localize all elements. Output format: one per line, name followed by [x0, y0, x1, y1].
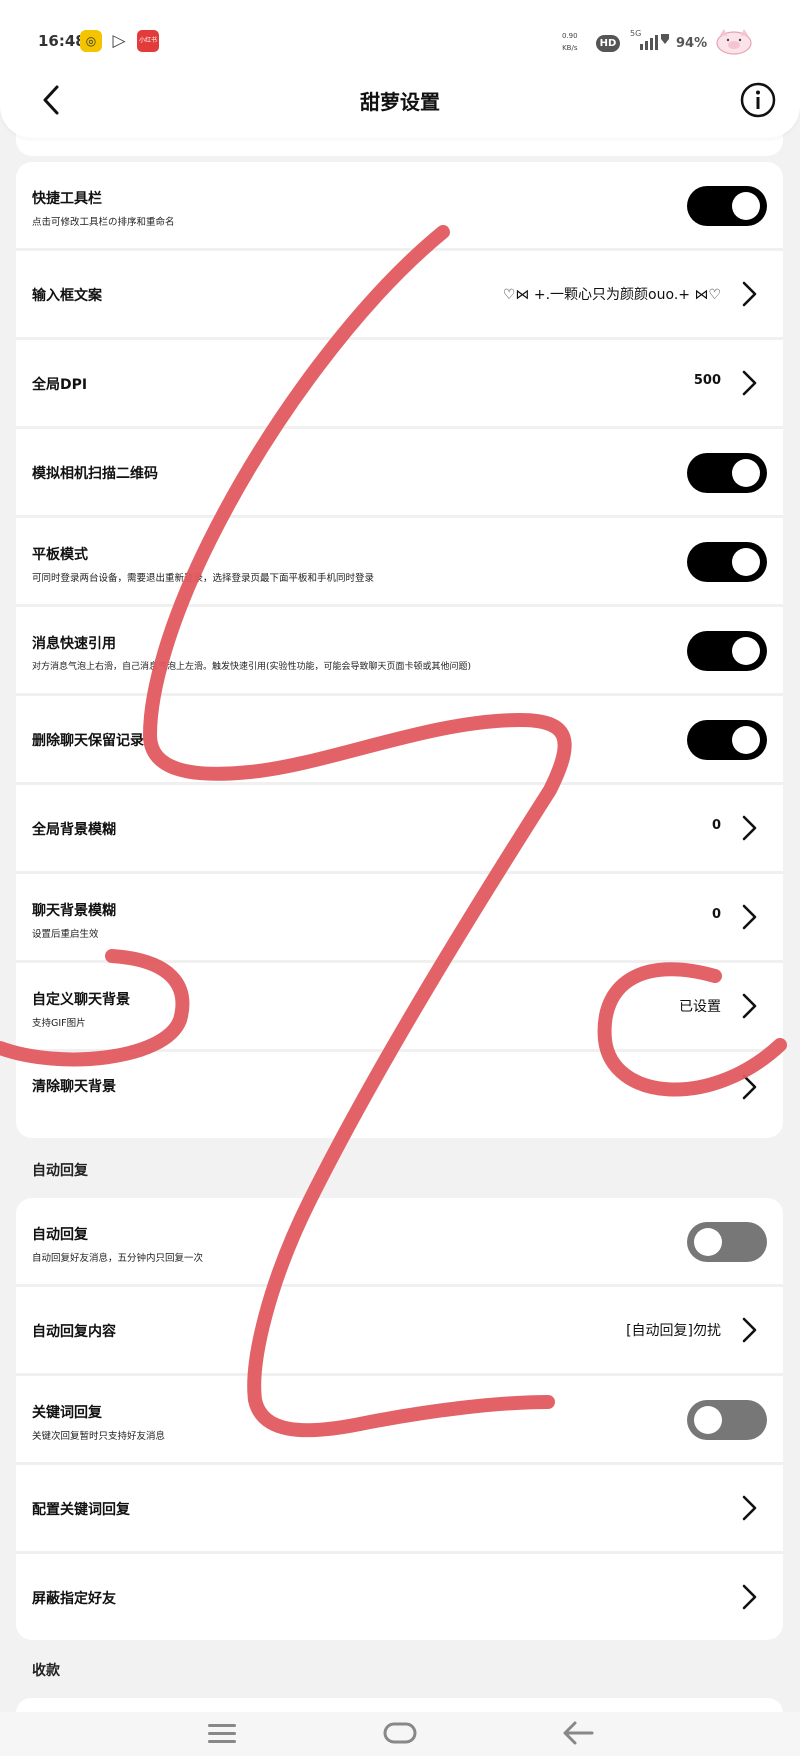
setting-row-block-friends[interactable]: 屏蔽指定好友 — [16, 1554, 783, 1640]
play-notification-icon: ▷ — [112, 31, 126, 51]
setting-value: 0 — [711, 907, 721, 922]
setting-title: 输入框文案 — [32, 288, 102, 304]
chat-settings-card: 快捷工具栏 点击可修改工具栏の排序和重命名 输入框文案 ♡⋈ +.一颗心只为颜颜… — [16, 162, 783, 1138]
setting-title: 模拟相机扫描二维码 — [32, 466, 158, 482]
setting-row-input-placeholder[interactable]: 输入框文案 ♡⋈ +.一颗心只为颜颜ouo.+ ⋈♡ — [16, 251, 783, 340]
system-nav-bar — [0, 1712, 800, 1756]
setting-title: 关键词回复 — [32, 1405, 102, 1421]
setting-row-keyword-reply[interactable]: 关键词回复 关键次回复暂时只支持好友消息 — [16, 1376, 783, 1465]
chevron-right-icon — [742, 370, 757, 396]
auto-reply-card: 自动回复 自动回复好友消息，五分钟内只回复一次 自动回复内容 [自动回复]勿扰 … — [16, 1198, 783, 1640]
setting-subtitle: 支持GIF图片 — [32, 1018, 86, 1029]
setting-row-camera-qr[interactable]: 模拟相机扫描二维码 — [16, 429, 783, 518]
setting-title: 删除聊天保留记录 — [32, 733, 144, 749]
status-time: 16:48 — [38, 32, 86, 50]
setting-subtitle: 对方消息气泡上右滑，自己消息气泡上左滑。触发快速引用(实验性功能，可能会导致聊天… — [32, 662, 472, 672]
signal-icon: 5G — [630, 29, 669, 50]
setting-subtitle: 设置后重启生效 — [32, 929, 99, 940]
setting-title: 配置关键词回复 — [32, 1502, 130, 1518]
setting-row-chat-blur[interactable]: 聊天背景模糊 设置后重启生效 0 — [16, 874, 783, 963]
setting-title: 自动回复 — [32, 1227, 88, 1243]
setting-row-quick-quote[interactable]: 消息快速引用 对方消息气泡上右滑，自己消息气泡上左滑。触发快速引用(实验性功能，… — [16, 607, 783, 696]
setting-value: ♡⋈ +.一颗心只为颜颜ouo.+ ⋈♡ — [502, 287, 721, 303]
setting-row-quick-toolbar[interactable]: 快捷工具栏 点击可修改工具栏の排序和重命名 — [16, 162, 783, 251]
camera-qr-toggle[interactable] — [687, 453, 767, 493]
app-notification-icon: ◎ — [80, 30, 102, 52]
setting-title: 清除聊天背景 — [32, 1079, 116, 1095]
setting-row-global-dpi[interactable]: 全局DPI 500 — [16, 340, 783, 429]
setting-row-configure-keywords[interactable]: 配置关键词回复 — [16, 1465, 783, 1554]
back-icon[interactable] — [558, 1716, 598, 1750]
setting-row-keep-deleted-chat[interactable]: 删除聊天保留记录 — [16, 696, 783, 785]
section-label-payment: 收款 — [32, 1663, 60, 1679]
setting-title: 自动回复内容 — [32, 1324, 116, 1340]
chevron-right-icon — [742, 1074, 757, 1100]
setting-row-auto-reply[interactable]: 自动回复 自动回复好友消息，五分钟内只回复一次 — [16, 1198, 783, 1287]
home-icon[interactable] — [380, 1716, 420, 1750]
chevron-right-icon — [742, 993, 757, 1019]
setting-title: 聊天背景模糊 — [32, 903, 116, 919]
setting-title: 全局DPI — [32, 377, 88, 393]
setting-title: 消息快速引用 — [32, 636, 116, 652]
setting-title: 自定义聊天背景 — [32, 992, 130, 1008]
chevron-right-icon — [742, 1317, 757, 1343]
hd-badge: HD — [596, 35, 620, 52]
setting-subtitle: 可同时登录两台设备，需要退出重新登录，选择登录页最下面平板和手机同时登录 — [32, 573, 375, 584]
chevron-right-icon — [742, 815, 757, 841]
setting-title: 全局背景模糊 — [32, 822, 116, 838]
setting-subtitle: 点击可修改工具栏の排序和重命名 — [32, 217, 175, 228]
auto-reply-toggle[interactable] — [687, 1222, 767, 1262]
chevron-right-icon — [742, 904, 757, 930]
setting-row-clear-chat-bg[interactable]: 清除聊天背景 — [16, 1052, 783, 1138]
chevron-right-icon — [742, 1584, 757, 1610]
xiaohongshu-notification-icon: 小红书 — [137, 30, 159, 52]
battery-level: 94% — [676, 36, 708, 51]
app-header: 甜萝设置 — [0, 68, 800, 138]
setting-row-auto-reply-content[interactable]: 自动回复内容 [自动回复]勿扰 — [16, 1287, 783, 1376]
chevron-right-icon — [742, 1495, 757, 1521]
setting-value: 0 — [711, 818, 721, 833]
setting-title: 平板模式 — [32, 547, 88, 563]
network-speed: 0.90 KB/s — [562, 32, 578, 52]
quick-toolbar-toggle[interactable] — [687, 186, 767, 226]
setting-subtitle: 关键次回复暂时只支持好友消息 — [32, 1431, 166, 1442]
setting-title: 屏蔽指定好友 — [32, 1591, 116, 1607]
keep-deleted-chat-toggle[interactable] — [687, 720, 767, 760]
menu-icon[interactable] — [202, 1716, 242, 1750]
chevron-right-icon — [742, 281, 757, 307]
setting-value: 500 — [693, 373, 721, 388]
page-title: 甜萝设置 — [360, 90, 440, 114]
status-bar: 16:48 ◎ ▷ 小红书 0.90 KB/s HD 5G 94% — [0, 0, 800, 68]
pig-sticker-icon — [716, 29, 752, 55]
setting-value: 已设置 — [679, 999, 721, 1015]
section-label-auto-reply: 自动回复 — [32, 1163, 88, 1179]
setting-row-custom-chat-bg[interactable]: 自定义聊天背景 支持GIF图片 已设置 — [16, 963, 783, 1052]
setting-subtitle: 自动回复好友消息，五分钟内只回复一次 — [32, 1253, 204, 1264]
setting-value: [自动回复]勿扰 — [626, 1323, 721, 1339]
setting-row-global-blur[interactable]: 全局背景模糊 0 — [16, 785, 783, 874]
setting-title: 快捷工具栏 — [32, 191, 102, 207]
info-icon[interactable] — [738, 80, 778, 120]
svg-text:5G: 5G — [630, 29, 641, 38]
quick-quote-toggle[interactable] — [687, 631, 767, 671]
keyword-reply-toggle[interactable] — [687, 1400, 767, 1440]
tablet-mode-toggle[interactable] — [687, 542, 767, 582]
setting-row-tablet-mode[interactable]: 平板模式 可同时登录两台设备，需要退出重新登录，选择登录页最下面平板和手机同时登… — [16, 518, 783, 607]
